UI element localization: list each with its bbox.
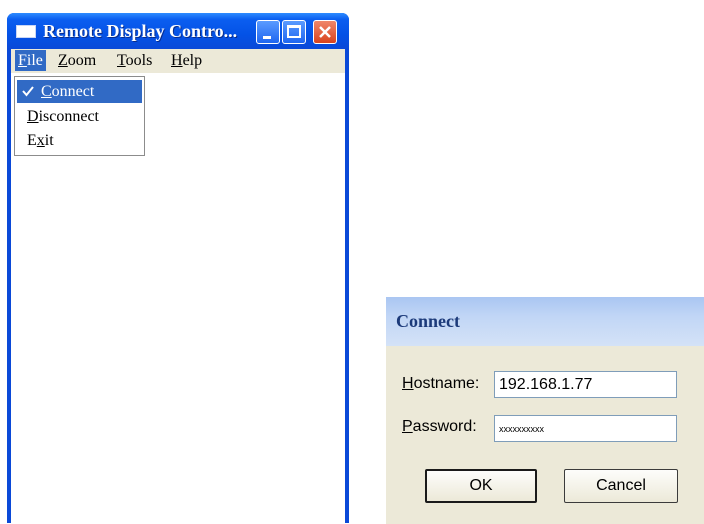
dialog-title-bar[interactable]: Connect [386, 297, 704, 346]
app-icon [16, 25, 36, 38]
minimize-button[interactable] [256, 20, 280, 44]
menu-tools[interactable]: Tools [114, 50, 155, 71]
menu-zoom[interactable]: Zoom [55, 50, 99, 71]
password-label: Password: [402, 418, 477, 435]
menu-item-connect[interactable]: Connect [17, 80, 142, 103]
maximize-button[interactable] [282, 20, 306, 44]
maximize-icon [287, 25, 301, 38]
menu-bar: File Zoom Tools Help [11, 49, 345, 73]
window-title: Remote Display Contro... [43, 21, 238, 41]
close-button[interactable] [313, 20, 337, 44]
ok-button[interactable]: OK [425, 469, 537, 503]
menu-help[interactable]: Help [168, 50, 205, 71]
title-bar[interactable]: Remote Display Contro... [7, 13, 349, 49]
hostname-input[interactable]: 192.168.1.77 [494, 371, 677, 398]
menu-file[interactable]: File [15, 50, 46, 71]
password-input[interactable]: xxxxxxxxxx [494, 415, 677, 442]
close-icon [319, 26, 331, 38]
cancel-button[interactable]: Cancel [564, 469, 678, 503]
menu-item-exit[interactable]: Exit [17, 129, 142, 152]
minimize-icon [263, 36, 271, 39]
menu-item-connect-label: Connect [41, 83, 95, 100]
menu-item-disconnect-label: Disconnect [27, 108, 99, 125]
connect-dialog: Connect Hostname: 192.168.1.77 Password:… [386, 297, 704, 524]
menu-item-disconnect[interactable]: Disconnect [17, 105, 142, 128]
file-dropdown-menu: Connect Disconnect Exit [14, 76, 145, 156]
hostname-label: Hostname: [402, 375, 480, 392]
checkmark-icon [22, 86, 34, 97]
dialog-title: Connect [396, 311, 460, 331]
menu-item-exit-label: Exit [27, 132, 54, 149]
